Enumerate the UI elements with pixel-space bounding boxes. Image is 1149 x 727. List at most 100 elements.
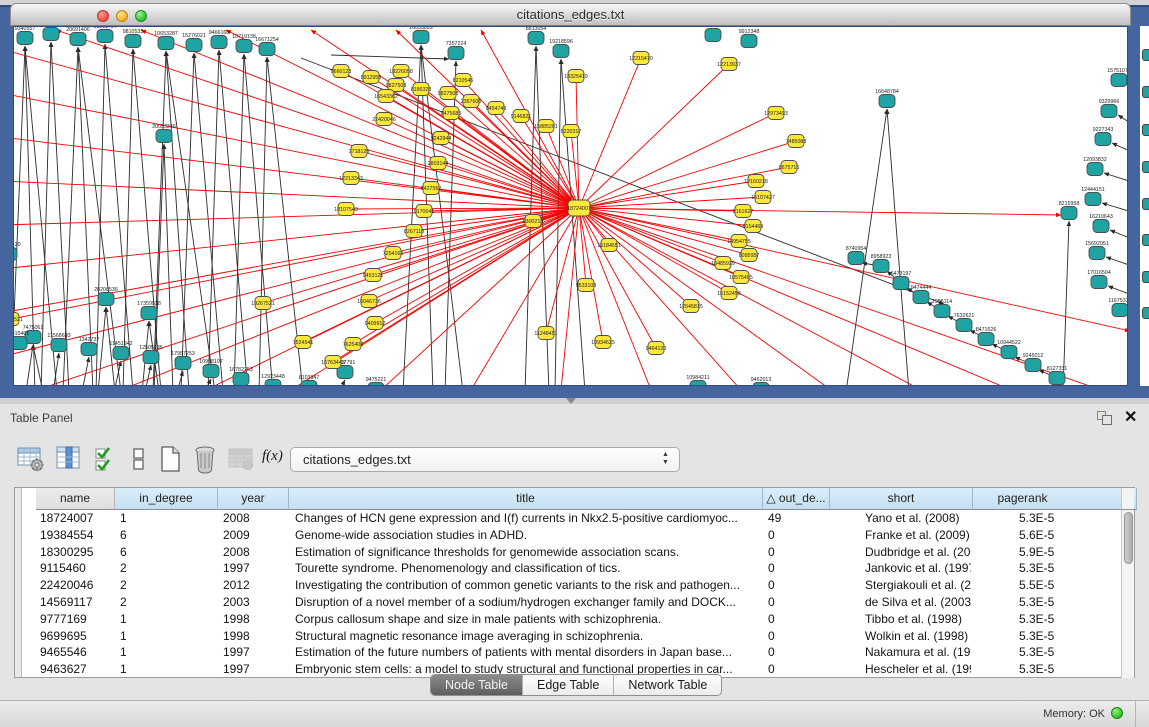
network-node[interactable]: 16033809 (409, 27, 433, 44)
cell-out_degree[interactable]: 0 (768, 560, 828, 577)
cell-name[interactable]: 22420046 (40, 577, 113, 594)
cell-in_degree[interactable]: 6 (120, 527, 216, 544)
network-node[interactable]: 16210643 (1089, 214, 1113, 233)
network-window-titlebar[interactable]: citations_edges.txt (10, 3, 1131, 26)
cell-title[interactable]: Structural magnetic resonance image aver… (295, 628, 761, 645)
cell-short[interactable]: Wolkin et al. (1998) (865, 628, 971, 645)
network-node[interactable]: 12160218 (744, 175, 768, 188)
network-node[interactable]: 6473197 (891, 271, 912, 290)
network-node[interactable]: 12213343 (339, 172, 363, 185)
cell-out_degree[interactable]: 0 (768, 544, 828, 561)
network-node[interactable]: 9146821 (511, 110, 532, 123)
delete-column-icon[interactable] (190, 444, 220, 474)
cell-year[interactable]: 1997 (223, 661, 287, 678)
network-hub-node[interactable]: 18724007 (567, 200, 591, 216)
cell-pagerank[interactable]: 5.3E-5 (1019, 560, 1135, 577)
network-node[interactable]: 9245012 (1023, 353, 1044, 372)
column-header-in_degree[interactable]: in_degree (115, 488, 218, 510)
network-node[interactable]: 17359928 (137, 301, 161, 320)
network-node[interactable]: 9462013 (751, 377, 772, 386)
cell-pagerank[interactable]: 5.3E-5 (1019, 594, 1135, 611)
network-node[interactable]: 8095957 (739, 249, 760, 262)
network-node[interactable]: 10958107 (199, 359, 223, 378)
network-node[interactable]: 12505135 (139, 345, 163, 364)
network-node-partial[interactable] (1142, 49, 1149, 61)
column-header-pagerank[interactable]: pagerank (973, 488, 1137, 510)
network-node-partial[interactable] (1142, 198, 1149, 210)
network-node[interactable]: 2955114 (932, 299, 952, 318)
network-node[interactable]: 9154469 (743, 220, 764, 233)
row-height-icon[interactable] (124, 444, 154, 474)
cell-name[interactable]: 9699695 (40, 628, 113, 645)
network-node[interactable]: 18211704 (93, 27, 116, 43)
network-node[interactable]: 12545815 (679, 300, 703, 313)
network-node[interactable]: 10653287 (154, 31, 178, 50)
cell-title[interactable]: Estimation of the future numbers of pati… (295, 644, 761, 661)
network-node[interactable]: 2803144 (428, 157, 449, 170)
network-node[interactable]: 9409912 (365, 317, 386, 330)
network-node[interactable]: 11451942 (109, 341, 132, 360)
cell-short[interactable]: Yano et al. (2008) (865, 510, 971, 527)
cell-title[interactable]: Changes of HCN gene expression and I(f) … (295, 510, 761, 527)
network-node[interactable]: 11568693 (47, 333, 70, 352)
cell-in_degree[interactable]: 1 (120, 628, 216, 645)
network-canvas[interactable]: 9340557205517020691406182117049810533106… (13, 26, 1128, 386)
column-header-out_degree[interactable]: △ out_de... (763, 488, 830, 510)
cell-in_degree[interactable]: 2 (120, 577, 216, 594)
tab-network-table[interactable]: Network Table (614, 675, 721, 695)
cell-out_degree[interactable]: 0 (768, 628, 828, 645)
cell-year[interactable]: 2003 (223, 594, 287, 611)
network-node[interactable]: 8427552 (421, 182, 442, 195)
network-node[interactable]: 11675331 (1108, 298, 1128, 317)
network-node[interactable]: 8454749 (486, 102, 507, 115)
network-node[interactable]: 10719138 (232, 34, 256, 53)
network-node[interactable]: 9810533 (123, 29, 144, 48)
network-node[interactable]: 18226058 (389, 65, 413, 78)
cell-in_degree[interactable]: 1 (120, 661, 216, 678)
network-node-partial[interactable] (1142, 124, 1149, 136)
cell-in_degree[interactable]: 6 (120, 544, 216, 561)
network-node[interactable]: 12444151 (1081, 187, 1105, 206)
network-node[interactable]: 9475685 (441, 107, 462, 120)
table-settings-icon[interactable] (16, 444, 46, 474)
network-node[interactable]: 9300213 (523, 215, 544, 228)
network-node[interactable]: 22420046 (372, 113, 396, 126)
network-node[interactable]: 15276021 (182, 33, 206, 52)
network-node[interactable]: 8210546 (453, 74, 474, 87)
cell-out_degree[interactable]: 0 (768, 527, 828, 544)
select-columns-icon[interactable] (92, 444, 122, 474)
table-selector-dropdown[interactable]: citations_edges.txt ▲▼ (290, 447, 680, 472)
cell-in_degree[interactable]: 1 (120, 611, 216, 628)
network-node[interactable]: 12213937 (717, 58, 741, 71)
cell-title[interactable]: Estimation of significance thresholds fo… (295, 544, 761, 561)
cell-out_degree[interactable]: 0 (768, 661, 828, 678)
network-node[interactable]: 9533108 (576, 279, 597, 292)
float-panel-icon[interactable] (1097, 411, 1115, 426)
cell-name[interactable]: 18724007 (40, 510, 113, 527)
network-node[interactable]: 18325419 (564, 70, 588, 83)
network-node[interactable]: 9827508 (438, 87, 459, 100)
close-panel-icon[interactable]: ✕ (1124, 407, 1137, 427)
memory-ok-indicator-icon[interactable] (1111, 707, 1123, 719)
network-node[interactable]: 1342737 (79, 337, 100, 356)
network-node[interactable]: 2718126 (349, 145, 370, 158)
network-node[interactable]: 9170041 (414, 205, 435, 218)
cell-out_degree[interactable]: 0 (768, 611, 828, 628)
network-node[interactable]: 8912955 (361, 71, 382, 84)
cell-out_degree[interactable]: 49 (768, 510, 828, 527)
network-node[interactable]: 8675715 (779, 161, 800, 174)
network-node[interactable]: 2367608 (461, 95, 482, 108)
cell-name[interactable]: 19384554 (40, 527, 113, 544)
cell-year[interactable]: 1998 (223, 611, 287, 628)
network-node[interactable]: 8220317 (561, 125, 582, 138)
network-node[interactable]: 8215958 (1059, 201, 1080, 220)
network-node[interactable]: 9474444 (911, 285, 932, 304)
column-header-name[interactable]: name (36, 488, 115, 510)
cell-in_degree[interactable]: 1 (120, 644, 216, 661)
network-node[interactable]: 9912348 (739, 29, 760, 48)
network-node[interactable]: 8186328 (411, 83, 432, 96)
network-node[interactable]: 7485083 (786, 135, 807, 148)
cell-short[interactable]: Stergiakouli et al. (2012) (865, 577, 971, 594)
network-node[interactable]: 20206536 (94, 287, 118, 306)
network-node[interactable]: 15751074 (1107, 68, 1128, 87)
